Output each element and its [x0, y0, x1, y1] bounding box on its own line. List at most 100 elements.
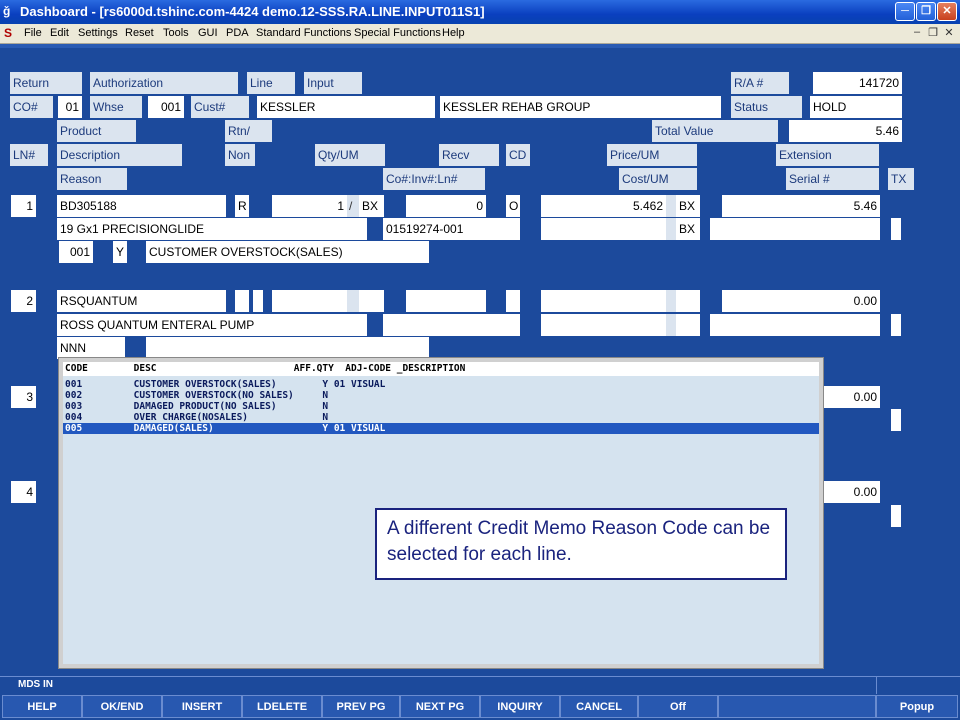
- line-3-number: 3: [11, 386, 36, 408]
- menu-settings[interactable]: Settings: [78, 27, 118, 39]
- callout-note: A different Credit Memo Reason Code can …: [375, 508, 787, 580]
- menu-file[interactable]: File: [24, 27, 42, 39]
- ok-end-button[interactable]: OK/END: [82, 695, 162, 718]
- whse-label: Whse: [90, 96, 142, 118]
- mdi-minimize-icon[interactable]: –: [910, 26, 924, 38]
- reason-code-row-002[interactable]: 002 CUSTOMER OVERSTOCK(NO SALES) N: [63, 390, 819, 401]
- non-label: Non: [225, 144, 255, 166]
- prev-page-button[interactable]: PREV PG: [322, 695, 400, 718]
- line-2-reason-desc: [146, 337, 429, 359]
- line-1-recv-field[interactable]: 0: [406, 195, 486, 217]
- input-label: Input: [304, 72, 362, 94]
- inquiry-button[interactable]: INQUIRY: [480, 695, 560, 718]
- line-2-qty-field[interactable]: [272, 290, 347, 312]
- qty-um-label: Qty/UM: [315, 144, 385, 166]
- reason-code-row-005[interactable]: 005 DAMAGED(SALES) Y 01 VISUAL: [63, 423, 819, 434]
- menu-reset[interactable]: Reset: [125, 27, 154, 39]
- line-2-extension-field: 0.00: [722, 290, 880, 312]
- line-2-description-field[interactable]: ROSS QUANTUM ENTERAL PUMP: [57, 314, 367, 336]
- reason-code-row-003[interactable]: 003 DAMAGED PRODUCT(NO SALES) N: [63, 401, 819, 412]
- line-2-um-field[interactable]: [359, 290, 384, 312]
- line-2-cd-field[interactable]: [506, 290, 520, 312]
- line-1-qty-field[interactable]: 1: [272, 195, 347, 217]
- status-text: MDS IN: [18, 679, 53, 690]
- line-1-product-field[interactable]: BD305188: [57, 195, 226, 217]
- line-2-tx-field[interactable]: [891, 314, 901, 336]
- line-1-description-field[interactable]: 19 Gx1 PRECISIONGLIDE: [57, 218, 367, 240]
- description-label: Description: [57, 144, 182, 166]
- menu-standard-functions[interactable]: Standard Functions: [256, 27, 351, 39]
- line-label: Line: [247, 72, 295, 94]
- line-2-price-um-field[interactable]: [676, 290, 700, 312]
- cost-um-label: Cost/UM: [619, 168, 697, 190]
- line-1-cost-field[interactable]: [541, 218, 666, 240]
- line-2-invoice-field[interactable]: [383, 314, 520, 336]
- insert-button[interactable]: INSERT: [162, 695, 242, 718]
- authorization-label: Authorization: [90, 72, 238, 94]
- ra-number-field[interactable]: 141720: [813, 72, 902, 94]
- total-value-field: 5.46: [789, 120, 902, 142]
- menu-help[interactable]: Help: [442, 27, 465, 39]
- mdi-close-icon[interactable]: ✕: [942, 26, 956, 39]
- line-2-serial-field[interactable]: [710, 314, 880, 336]
- reason-code-list-header: CODE DESC AFF.QTY ADJ-CODE _DESCRIPTION: [63, 362, 819, 376]
- menu-tools[interactable]: Tools: [163, 27, 189, 39]
- line-1-price-field[interactable]: 5.462: [541, 195, 666, 217]
- line-3-tx-field[interactable]: [891, 409, 901, 431]
- app-icon: ǧ: [3, 4, 11, 18]
- line-1-serial-field[interactable]: [710, 218, 880, 240]
- reason-label: Reason: [57, 168, 127, 190]
- off-button[interactable]: Off: [638, 695, 718, 718]
- line-1-reason-flag: Y: [113, 241, 127, 263]
- line-2-number: 2: [11, 290, 36, 312]
- line-2-cost-field[interactable]: [541, 314, 666, 336]
- help-button[interactable]: HELP: [2, 695, 82, 718]
- whse-field[interactable]: 001: [148, 96, 184, 118]
- line-1-number: 1: [11, 195, 36, 217]
- menu-gui[interactable]: GUI: [198, 27, 218, 39]
- ldelete-button[interactable]: LDELETE: [242, 695, 322, 718]
- product-label: Product: [57, 120, 136, 142]
- close-icon[interactable]: ✕: [937, 2, 957, 21]
- line-2-reason-code-field[interactable]: NNN: [57, 337, 125, 359]
- cd-label: CD: [506, 144, 530, 166]
- blank-function-key[interactable]: [718, 695, 876, 718]
- line-2-price-field[interactable]: [541, 290, 666, 312]
- line-1-cd-field[interactable]: O: [506, 195, 520, 217]
- co-label: CO#: [10, 96, 53, 118]
- rtn-label: Rtn/: [225, 120, 272, 142]
- line-2-cost-um-field[interactable]: [676, 314, 700, 336]
- status-field[interactable]: HOLD: [810, 96, 902, 118]
- reason-code-row-001[interactable]: 001 CUSTOMER OVERSTOCK(SALES) Y 01 VISUA…: [63, 379, 819, 390]
- ln-label: LN#: [10, 144, 48, 166]
- line-1-cost-um-field[interactable]: BX: [676, 218, 700, 240]
- menu-pda[interactable]: PDA: [226, 27, 249, 39]
- maximize-icon[interactable]: ❐: [916, 2, 936, 21]
- line-2-product-field[interactable]: RSQUANTUM: [57, 290, 226, 312]
- line-1-reason-code-field[interactable]: 001: [59, 241, 93, 263]
- minimize-icon[interactable]: ─: [895, 2, 915, 21]
- co-field[interactable]: 01: [58, 96, 82, 118]
- line-4-tx-field[interactable]: [891, 505, 901, 527]
- line-1-price-um-field[interactable]: BX: [676, 195, 700, 217]
- app-logo-icon: S: [4, 26, 13, 40]
- mdi-restore-icon[interactable]: ❐: [926, 26, 940, 39]
- recv-label: Recv: [439, 144, 499, 166]
- next-page-button[interactable]: NEXT PG: [400, 695, 480, 718]
- cancel-button[interactable]: CANCEL: [560, 695, 638, 718]
- line-1-invoice-field[interactable]: 01519274-001: [383, 218, 520, 240]
- line-1-tx-field[interactable]: [891, 218, 901, 240]
- line-1-non-field[interactable]: R: [235, 195, 249, 217]
- title-bar: ǧ Dashboard - [rs6000d.tshinc.com-4424 d…: [0, 0, 960, 24]
- reason-code-row-004[interactable]: 004 OVER CHARGE(NOSALES) N: [63, 412, 819, 423]
- line-1-um-field[interactable]: BX: [359, 195, 384, 217]
- line-2-non-field[interactable]: [235, 290, 249, 312]
- menu-edit[interactable]: Edit: [50, 27, 69, 39]
- popup-button[interactable]: Popup: [876, 695, 958, 718]
- customer-field[interactable]: KESSLER: [257, 96, 435, 118]
- line-2-recv-field[interactable]: [406, 290, 486, 312]
- menu-special-functions[interactable]: Special Functions: [354, 27, 441, 39]
- line-4-number: 4: [11, 481, 36, 503]
- co-inv-ln-label: Co#:Inv#:Ln#: [383, 168, 485, 190]
- total-value-label: Total Value: [652, 120, 778, 142]
